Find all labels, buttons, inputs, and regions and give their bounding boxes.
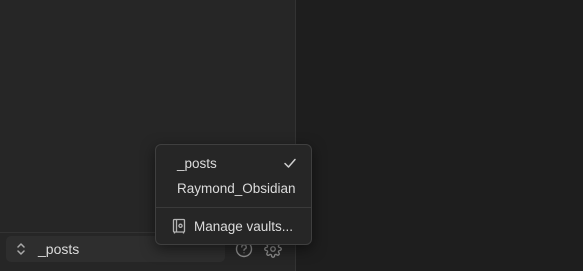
vault-icon xyxy=(170,217,188,235)
vault-menu: _posts Raymond_Obsidian Manage vaults... xyxy=(155,144,312,245)
vault-menu-item-raymond-obsidian[interactable]: Raymond_Obsidian xyxy=(160,176,307,200)
vault-menu-item-posts[interactable]: _posts xyxy=(160,151,307,175)
vault-menu-item-label: _posts xyxy=(177,155,217,171)
check-icon xyxy=(283,156,297,170)
manage-vaults-item[interactable]: Manage vaults... xyxy=(160,214,307,238)
vault-switcher-label: _posts xyxy=(38,241,80,257)
main-pane xyxy=(297,0,583,271)
manage-vaults-label: Manage vaults... xyxy=(194,218,294,234)
vault-menu-item-label: Raymond_Obsidian xyxy=(177,180,296,196)
menu-divider xyxy=(156,207,311,208)
chevron-up-down-icon xyxy=(15,242,27,256)
